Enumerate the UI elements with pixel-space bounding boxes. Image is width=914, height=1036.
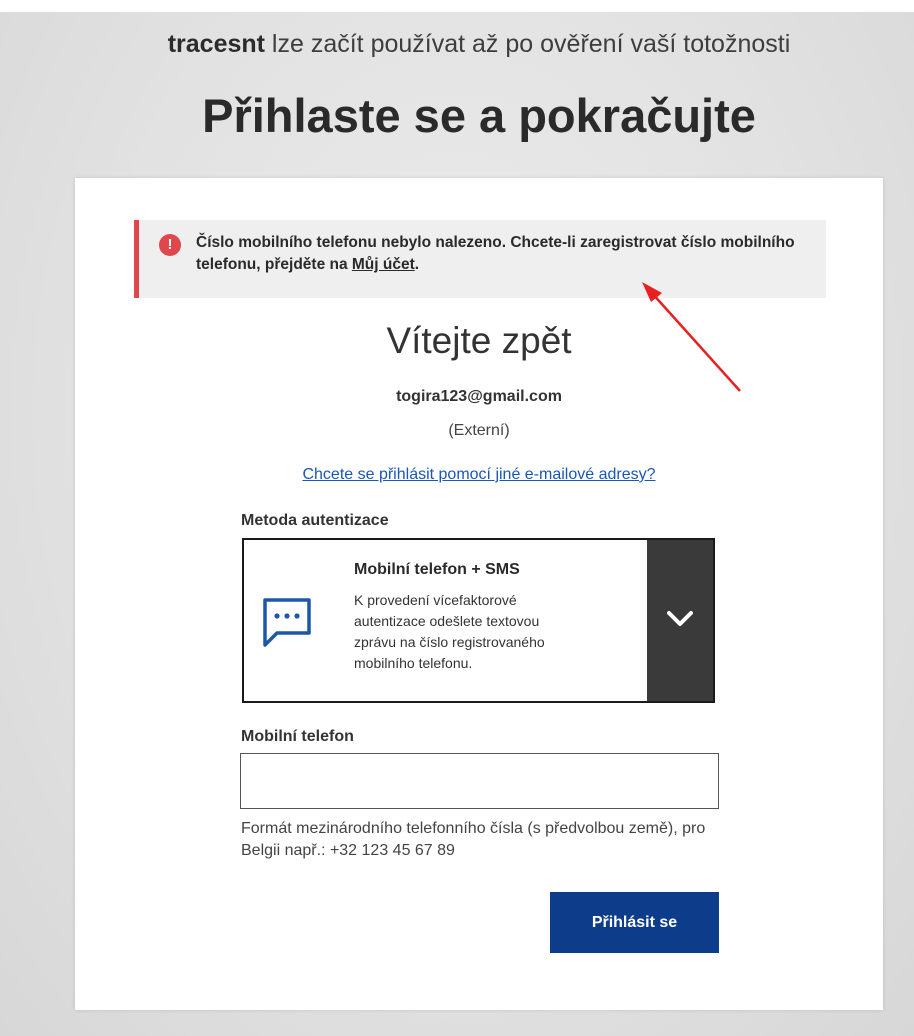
brand-name: tracesnt: [167, 30, 265, 58]
phone-label: Mobilní telefon: [241, 728, 354, 745]
auth-method-name: Mobilní telefon + SMS: [354, 561, 520, 578]
login-button[interactable]: Přihlásit se: [550, 892, 719, 953]
account-type: (Externí): [448, 422, 510, 439]
page-subtitle: tracesnt lze začít používat až po ověřen…: [0, 30, 914, 59]
auth-method-label: Metoda autentizace: [241, 512, 389, 529]
alert-message: Číslo mobilního telefonu nebylo nalezeno…: [196, 232, 821, 276]
alert-suffix: .: [414, 256, 420, 273]
top-border: [0, 0, 914, 12]
login-card: ! Číslo mobilního telefonu nebylo naleze…: [75, 178, 883, 1010]
phone-input[interactable]: [240, 753, 719, 809]
dropdown-toggle[interactable]: [647, 540, 713, 701]
welcome-title: Vítejte zpět: [386, 320, 572, 361]
user-email: togira123@gmail.com: [396, 388, 562, 405]
exclamation-icon: !: [159, 234, 181, 256]
switch-email-link[interactable]: Chcete se přihlásit pomocí jiné e-mailov…: [75, 466, 883, 484]
alert-text: Číslo mobilního telefonu nebylo nalezeno…: [196, 234, 795, 273]
phone-format-hint: Formát mezinárodního telefonního čísla (…: [241, 820, 706, 859]
my-account-link[interactable]: Můj účet: [352, 256, 415, 273]
subtitle-text: lze začít používat až po ověření vaší to…: [264, 30, 791, 58]
error-alert: ! Číslo mobilního telefonu nebylo naleze…: [134, 220, 826, 298]
page-title: Přihlaste se a pokračujte: [202, 89, 756, 142]
auth-method-description: K provedení vícefaktorové autentizace od…: [354, 592, 545, 671]
chevron-down-icon: [667, 611, 693, 626]
sms-icon: [263, 598, 311, 647]
auth-method-select[interactable]: Mobilní telefon + SMS K provedení vícefa…: [242, 538, 715, 703]
